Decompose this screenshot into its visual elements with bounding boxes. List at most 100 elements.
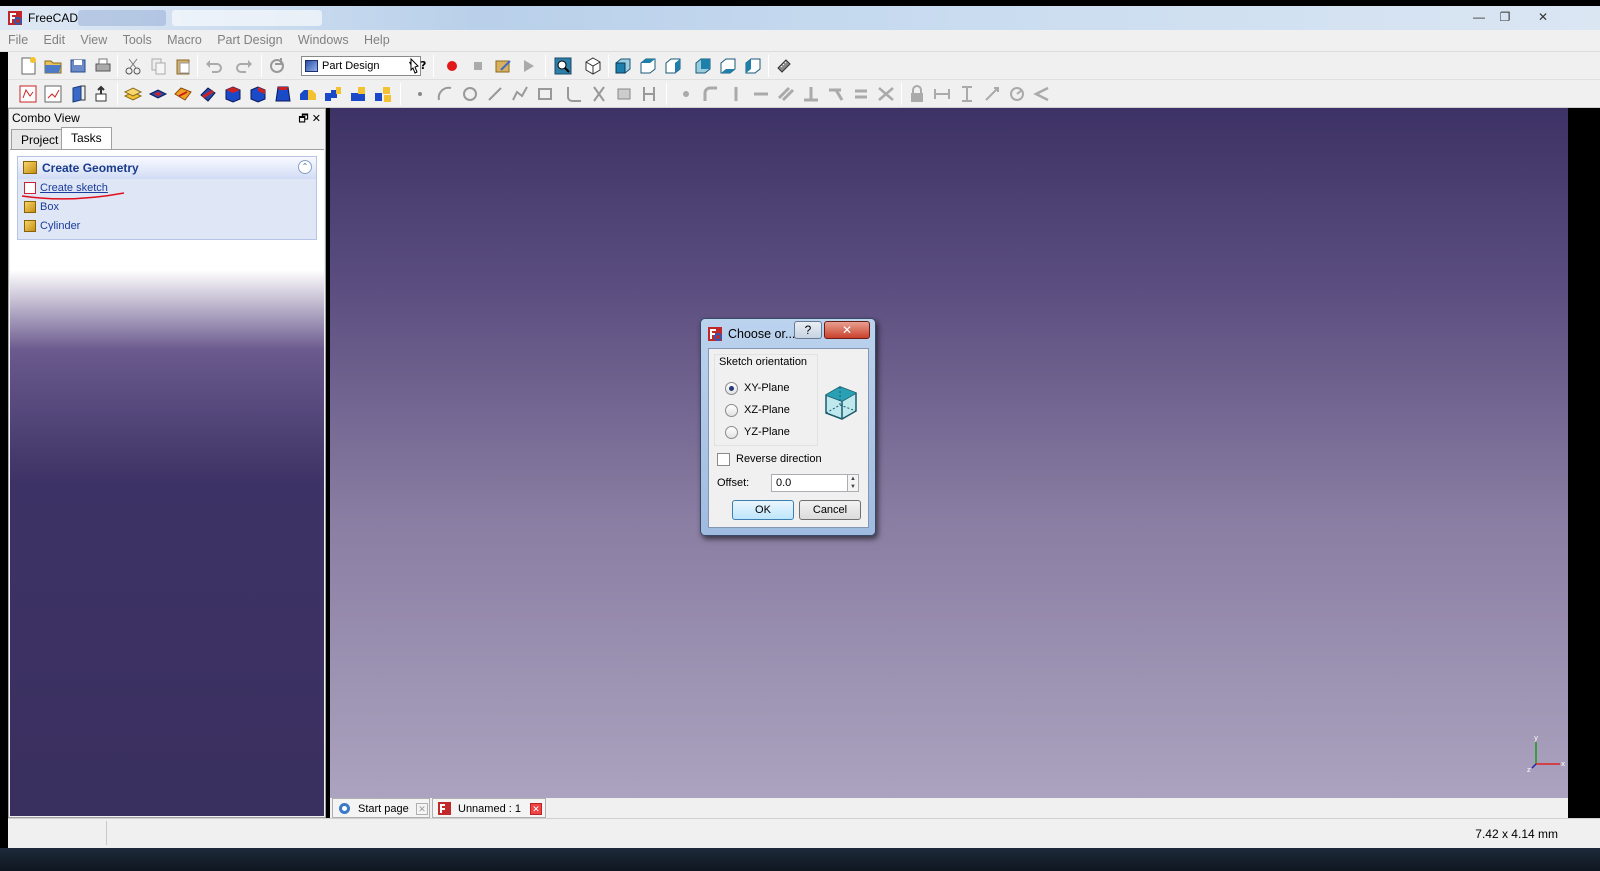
cut-icon[interactable] — [123, 56, 143, 76]
tab-tasks[interactable]: Tasks — [61, 127, 112, 149]
refresh-icon[interactable] — [267, 56, 287, 76]
trim-icon[interactable] — [589, 84, 609, 104]
polyline-icon[interactable] — [510, 84, 530, 104]
whats-this-icon[interactable]: ? — [408, 56, 428, 76]
rectangle-icon[interactable] — [535, 84, 555, 104]
top-view-icon[interactable] — [638, 56, 658, 76]
offset-input[interactable]: 0.0 — [771, 474, 849, 492]
arc-icon[interactable] — [435, 84, 455, 104]
create-sketch-icon[interactable] — [18, 84, 38, 104]
print-icon[interactable] — [93, 56, 113, 76]
undo-icon[interactable] — [204, 56, 224, 76]
rear-view-icon[interactable] — [693, 56, 713, 76]
construction-mode-icon[interactable] — [639, 84, 659, 104]
edit-macro-icon[interactable] — [493, 56, 513, 76]
stop-macro-icon[interactable] — [468, 56, 488, 76]
leave-sketch-icon[interactable] — [68, 84, 88, 104]
record-macro-icon[interactable] — [442, 56, 462, 76]
tangent-constraint-icon[interactable] — [826, 84, 846, 104]
close-panel-icon[interactable]: ✕ — [312, 113, 321, 125]
left-view-icon[interactable] — [743, 56, 763, 76]
workbench-selector[interactable]: Part Design ▼ — [301, 56, 421, 76]
menu-view[interactable]: View — [76, 30, 111, 50]
collapse-icon[interactable]: ⌃ — [298, 160, 312, 174]
task-box-header[interactable]: Create Geometry ⌃ — [18, 157, 316, 179]
lock-constraint-icon[interactable] — [907, 84, 927, 104]
coincident-constraint-icon[interactable] — [676, 84, 696, 104]
run-macro-icon[interactable] — [518, 56, 538, 76]
symmetric-constraint-icon[interactable] — [876, 84, 896, 104]
front-view-icon[interactable] — [613, 56, 633, 76]
measure-distance-icon[interactable] — [774, 56, 794, 76]
radio-indicator — [725, 382, 738, 395]
equal-constraint-icon[interactable] — [851, 84, 871, 104]
radio-label: XZ-Plane — [744, 404, 790, 416]
os-taskbar — [0, 848, 1600, 871]
float-panel-icon[interactable]: 🗗 — [298, 113, 308, 125]
open-file-icon[interactable] — [43, 56, 63, 76]
edit-sketch-icon[interactable] — [43, 84, 63, 104]
menu-file[interactable]: File — [4, 30, 32, 50]
tab-project[interactable]: Project — [11, 129, 69, 149]
length-constraint-icon[interactable] — [982, 84, 1002, 104]
redo-icon[interactable] — [234, 56, 254, 76]
close-tab-icon[interactable]: ✕ — [530, 803, 542, 815]
doc-tab-unnamed[interactable]: Unnamed : 1 ✕ — [432, 798, 546, 818]
radius-constraint-icon[interactable] — [1007, 84, 1027, 104]
restore-button[interactable]: ❐ — [1492, 9, 1518, 26]
close-dialog-button[interactable]: ✕ — [824, 321, 870, 339]
ok-button[interactable]: OK — [732, 500, 794, 520]
pad-icon[interactable] — [123, 84, 143, 104]
menu-macro[interactable]: Macro — [163, 30, 206, 50]
close-window-button[interactable]: ✕ — [1530, 9, 1556, 26]
point-icon[interactable] — [410, 84, 430, 104]
external-geometry-icon[interactable] — [614, 84, 634, 104]
fillet-sketch-icon[interactable] — [564, 84, 584, 104]
3d-viewport[interactable]: y x z — [330, 108, 1568, 798]
perpendicular-constraint-icon[interactable] — [801, 84, 821, 104]
menu-part-design[interactable]: Part Design — [213, 30, 286, 50]
bottom-view-icon[interactable] — [718, 56, 738, 76]
checkbox-label: Reverse direction — [736, 453, 822, 465]
line-icon[interactable] — [485, 84, 505, 104]
minimize-button[interactable]: — — [1466, 9, 1492, 26]
groove-icon[interactable] — [198, 84, 218, 104]
axonometric-view-icon[interactable] — [583, 56, 603, 76]
combo-view-panel: Combo View 🗗 ✕ Project Tasks Create Geom… — [8, 108, 326, 818]
multi-transform-icon[interactable] — [373, 84, 393, 104]
menu-bar: File Edit View Tools Macro Part Design W… — [0, 30, 1600, 52]
paste-icon[interactable] — [173, 56, 193, 76]
map-sketch-icon[interactable] — [93, 84, 113, 104]
offset-spinner[interactable]: ▲ ▼ — [847, 474, 859, 492]
linear-pattern-icon[interactable] — [323, 84, 343, 104]
fit-all-icon[interactable] — [553, 56, 573, 76]
chamfer-icon[interactable] — [248, 84, 268, 104]
vertical-constraint-icon[interactable] — [726, 84, 746, 104]
horizontal-constraint-icon[interactable] — [751, 84, 771, 104]
fillet-icon[interactable] — [223, 84, 243, 104]
pocket-icon[interactable] — [148, 84, 168, 104]
draft-icon[interactable] — [273, 84, 293, 104]
close-tab-icon[interactable]: ✕ — [416, 803, 428, 815]
polar-pattern-icon[interactable] — [348, 84, 368, 104]
copy-icon[interactable] — [148, 56, 168, 76]
save-icon[interactable] — [68, 56, 88, 76]
horizontal-distance-icon[interactable] — [932, 84, 952, 104]
menu-help[interactable]: Help — [360, 30, 394, 50]
new-file-icon[interactable] — [18, 56, 38, 76]
help-button[interactable]: ? — [794, 321, 822, 339]
point-on-object-icon[interactable] — [701, 84, 721, 104]
circle-icon[interactable] — [460, 84, 480, 104]
mirrored-icon[interactable] — [298, 84, 318, 104]
doc-tab-start-page[interactable]: Start page ✕ — [332, 798, 430, 818]
window-title: FreeCAD — [28, 11, 79, 25]
cancel-button[interactable]: Cancel — [799, 500, 861, 520]
angle-constraint-icon[interactable] — [1032, 84, 1052, 104]
right-view-icon[interactable] — [663, 56, 683, 76]
revolution-icon[interactable] — [173, 84, 193, 104]
vertical-distance-icon[interactable] — [957, 84, 977, 104]
menu-windows[interactable]: Windows — [294, 30, 353, 50]
menu-edit[interactable]: Edit — [40, 30, 70, 50]
parallel-constraint-icon[interactable] — [776, 84, 796, 104]
menu-tools[interactable]: Tools — [119, 30, 156, 50]
